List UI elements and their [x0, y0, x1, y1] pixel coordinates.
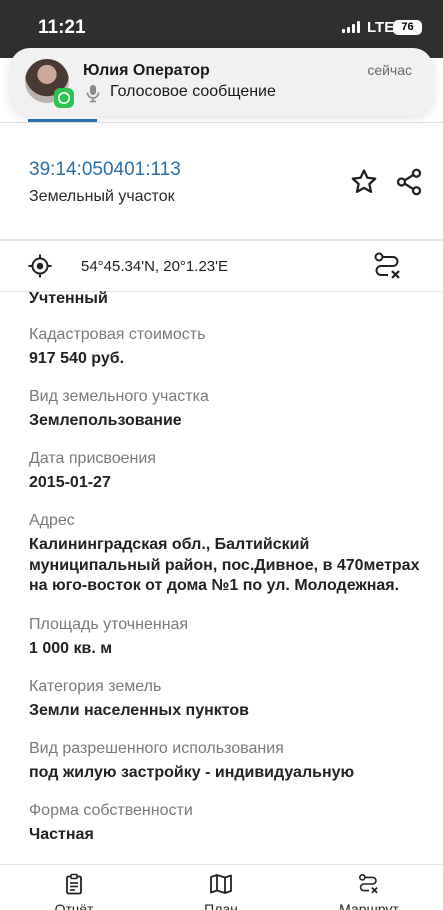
field-label: Категория земель — [29, 677, 162, 695]
field-value: Частная — [29, 825, 94, 843]
notification-message: Голосовое сообщение — [110, 83, 276, 100]
crosshair-icon — [28, 254, 52, 278]
registration-status: Учтенный — [29, 290, 108, 307]
locate-button[interactable] — [27, 253, 53, 279]
detail-field: Вид разрешенного использования под жилую… — [29, 739, 429, 783]
nav-plan[interactable]: План — [171, 873, 271, 910]
detail-field: Адрес Калининградская обл., Балтийский м… — [29, 511, 429, 597]
field-label: Адрес — [29, 512, 75, 529]
field-label: Вид земельного участка — [29, 388, 209, 405]
field-value: Земли населенных пунктов — [29, 701, 250, 719]
field-label: Кадастровая стоимость — [29, 326, 206, 343]
route-icon — [359, 874, 378, 894]
detail-field: Дата присвоения 2015-01-27 — [29, 449, 429, 493]
coordinates-row: 54°45.34'N, 20°1.23'E — [0, 241, 443, 291]
field-value: Землепользование — [29, 412, 182, 429]
clock: 11:21 — [38, 17, 86, 38]
notification-sender: Юлия Оператор — [83, 62, 210, 79]
network-type: LTE — [367, 19, 395, 36]
field-value: под жилую застройку - индивидуальную — [29, 763, 355, 781]
detail-field: Кадастровая стоимость 917 540 руб. — [29, 325, 429, 369]
field-label: Форма собственности — [29, 801, 193, 819]
detail-field: Форма собственности Частная — [29, 801, 429, 845]
field-label: Площадь уточненная — [29, 615, 189, 633]
coordinates-text: 54°45.34'N, 20°1.23'E — [81, 258, 228, 275]
field-label: Дата присвоения — [29, 450, 156, 467]
field-label: Вид разрешенного использования — [29, 739, 284, 757]
signal-icon — [342, 21, 362, 33]
share-button[interactable] — [392, 165, 426, 199]
field-value: Калининградская обл., Балтийский муницип… — [29, 536, 420, 594]
route-icon — [374, 252, 400, 279]
nav-label: Маршрут — [339, 901, 399, 910]
share-icon — [396, 168, 422, 196]
detail-field: Категория земель Земли населенных пункто… — [29, 677, 429, 721]
divider — [0, 122, 443, 123]
parcel-type: Земельный участок — [29, 188, 175, 205]
whatsapp-icon — [54, 88, 74, 108]
notification-time: сейчас — [367, 62, 412, 78]
nav-label: План — [204, 901, 238, 910]
bottom-nav: Отчёт План Маршрут — [0, 864, 443, 910]
star-icon — [351, 169, 377, 193]
parcel-details: Учтенный Кадастровая стоимость 917 540 р… — [29, 289, 429, 864]
route-button[interactable] — [372, 251, 404, 281]
report-icon — [66, 873, 82, 895]
detail-field: Площадь уточненная 1 000 кв. м — [29, 615, 429, 659]
cadastral-number[interactable]: 39:14:050401:113 — [29, 159, 181, 181]
favorite-button[interactable] — [347, 165, 381, 199]
nav-report[interactable]: Отчёт — [24, 873, 124, 910]
notification-banner[interactable]: Юлия Оператор Голосовое сообщение сейчас — [10, 48, 433, 116]
field-value: 2015-01-27 — [29, 474, 111, 491]
nav-route[interactable]: Маршрут — [319, 873, 419, 910]
field-value: 917 540 руб. — [29, 350, 125, 367]
nav-label: Отчёт — [54, 901, 94, 910]
battery-icon: 76 — [393, 20, 422, 35]
field-value: 1 000 кв. м — [29, 639, 113, 657]
microphone-icon — [83, 83, 103, 103]
detail-field: Вид земельного участка Землепользование — [29, 387, 429, 431]
map-icon — [210, 874, 232, 894]
